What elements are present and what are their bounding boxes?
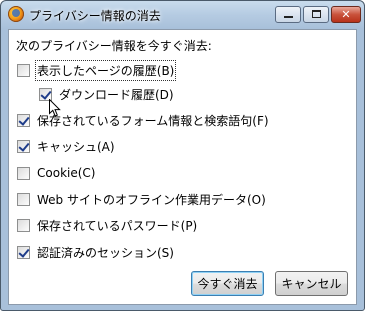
- option-cookies[interactable]: Cookie(C): [17, 164, 95, 182]
- checkbox[interactable]: [17, 139, 30, 153]
- privacy-clear-dialog: プライバシー情報の消去 ✕ 次のプライバシー情報を今すぐ消去: 表示したページの…: [0, 0, 365, 311]
- option-label: キャッシュ(A): [37, 139, 115, 154]
- window-title: プライバシー情報の消去: [29, 9, 161, 23]
- checkbox[interactable]: [17, 63, 30, 77]
- dialog-content: 次のプライバシー情報を今すぐ消去: 表示したページの履歴(B) ダウンロード履歴…: [8, 29, 357, 305]
- checkbox[interactable]: [17, 113, 30, 127]
- option-passwords[interactable]: 保存されているパスワード(P): [17, 216, 197, 234]
- close-icon: ✕: [341, 8, 351, 21]
- checkbox[interactable]: [17, 192, 30, 206]
- option-label: Web サイトのオフライン作業用データ(O): [37, 192, 266, 207]
- option-label: Cookie(C): [37, 166, 96, 180]
- checkbox[interactable]: [17, 166, 30, 180]
- minimize-icon: [284, 16, 293, 18]
- option-label: ダウンロード履歴(D): [59, 87, 174, 102]
- prompt-label: 次のプライバシー情報を今すぐ消去:: [16, 39, 212, 53]
- maximize-icon: [312, 10, 321, 18]
- option-label: 保存されているフォーム情報と検索語句(F): [37, 113, 269, 128]
- checkbox[interactable]: [17, 245, 30, 259]
- option-label: 保存されているパスワード(P): [37, 218, 198, 233]
- checkbox[interactable]: [17, 218, 30, 232]
- mouse-pointer-icon: [49, 99, 61, 117]
- cancel-button[interactable]: キャンセル: [275, 271, 348, 296]
- close-button[interactable]: ✕: [331, 6, 361, 23]
- option-sessions[interactable]: 認証済みのセッション(S): [17, 243, 174, 261]
- option-offline-data[interactable]: Web サイトのオフライン作業用データ(O): [17, 190, 266, 208]
- firefox-icon: [8, 6, 24, 22]
- option-label: 認証済みのセッション(S): [37, 245, 174, 260]
- title-bar[interactable]: プライバシー情報の消去 ✕: [1, 1, 364, 29]
- option-cache[interactable]: キャッシュ(A): [17, 137, 115, 155]
- option-label: 表示したページの履歴(B): [34, 59, 177, 81]
- clear-now-button[interactable]: 今すぐ消去: [191, 271, 264, 296]
- option-browsing-history[interactable]: 表示したページの履歴(B): [17, 59, 177, 81]
- maximize-button[interactable]: [303, 6, 329, 23]
- minimize-button[interactable]: [275, 6, 301, 23]
